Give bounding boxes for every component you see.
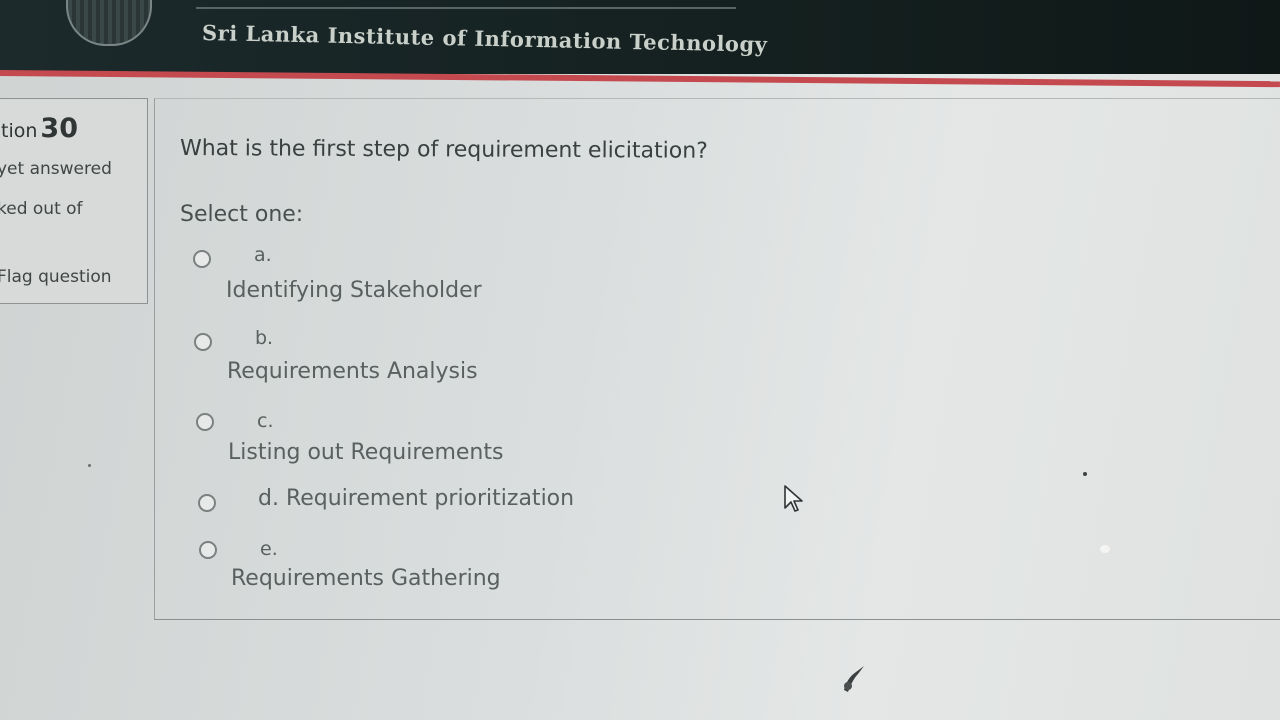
option-a-text[interactable]: Identifying Stakeholder (226, 278, 482, 303)
screen-speck-icon (844, 666, 864, 692)
logo-icon[interactable] (66, 0, 152, 46)
select-one-prompt: Select one: (180, 202, 304, 227)
option-c-text[interactable]: Listing out Requirements (228, 440, 503, 465)
option-e-text[interactable]: Requirements Gathering (231, 566, 501, 591)
site-header: Sri Lanka Institute of Information Techn… (0, 0, 1280, 74)
option-a-letter: a. (254, 244, 272, 266)
question-label: tion (1, 120, 38, 142)
institution-name: Sri Lanka Institute of Information Techn… (201, 20, 768, 57)
question-grade: ked out of (0, 199, 83, 219)
flag-question-link[interactable]: Flag question (0, 267, 112, 287)
question-state: yet answered (0, 159, 112, 179)
question-text: What is the first step of requirement el… (179, 136, 708, 164)
option-b-text[interactable]: Requirements Analysis (227, 359, 478, 384)
question-info-panel: tion 30 yet answered ked out of Flag ques… (0, 98, 148, 304)
option-e-letter: e. (260, 538, 278, 560)
screen-speck-dot (1083, 472, 1087, 476)
question-number-label: tion 30 (1, 113, 78, 144)
option-c-radio[interactable] (196, 413, 214, 431)
mouse-pointer-icon (784, 485, 803, 512)
screen-glare-dot (1100, 545, 1110, 553)
option-b-letter: b. (255, 327, 274, 349)
option-e-radio[interactable] (199, 541, 217, 559)
quiz-page: Sri Lanka Institute of Information Techn… (0, 0, 1280, 720)
option-d-radio[interactable] (198, 494, 216, 512)
screen-speck-dot (88, 464, 91, 467)
header-divider (196, 7, 736, 9)
option-a-radio[interactable] (193, 250, 211, 268)
question-number: 30 (40, 113, 78, 144)
option-b-radio[interactable] (194, 333, 212, 351)
option-d-text[interactable]: d. Requirement prioritization (258, 486, 574, 511)
option-c-letter: c. (257, 410, 274, 432)
